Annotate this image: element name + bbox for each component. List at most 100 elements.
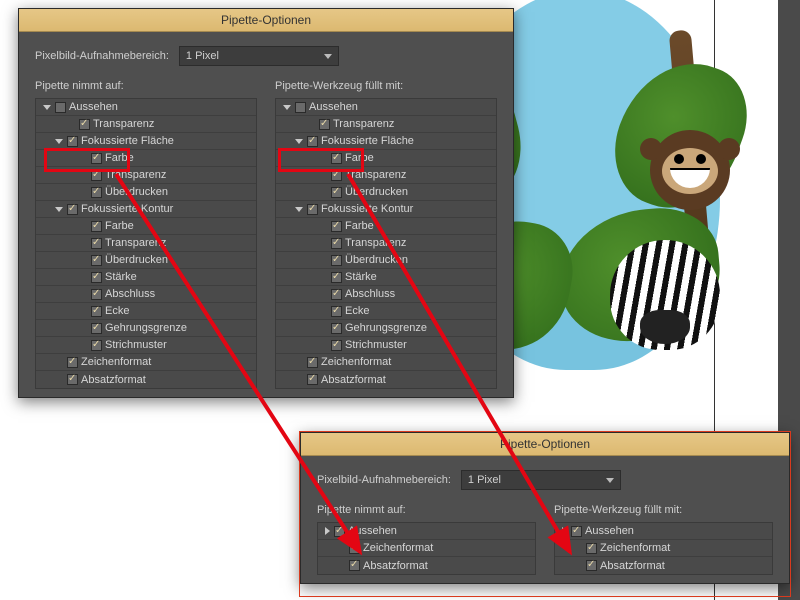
disclosure-right-icon[interactable] (325, 527, 330, 535)
tree-item[interactable]: Absatzformat (276, 371, 496, 388)
checkbox[interactable] (91, 153, 102, 164)
tree-item[interactable]: Zeichenformat (555, 540, 772, 557)
tree-item[interactable]: Aussehen (555, 523, 772, 540)
checkbox[interactable] (334, 526, 345, 537)
checkbox[interactable] (91, 340, 102, 351)
checkbox[interactable] (331, 289, 342, 300)
tree-item[interactable]: Stärke (36, 269, 256, 286)
tree-item[interactable]: Aussehen (36, 99, 256, 116)
checkbox[interactable] (91, 255, 102, 266)
checkbox[interactable] (91, 187, 102, 198)
tree-item[interactable]: Aussehen (318, 523, 535, 540)
tree-item[interactable]: Absatzformat (318, 557, 535, 574)
checkbox[interactable] (331, 272, 342, 283)
disclosure-down-icon[interactable] (295, 139, 303, 144)
tree-item[interactable]: Gehrungsgrenze (36, 320, 256, 337)
checkbox[interactable] (331, 323, 342, 334)
tree-item[interactable]: Absatzformat (555, 557, 772, 574)
checkbox[interactable] (295, 102, 306, 113)
tree-item[interactable]: Transparenz (36, 167, 256, 184)
checkbox[interactable] (586, 543, 597, 554)
tree-item[interactable]: Gehrungsgrenze (276, 320, 496, 337)
checkbox[interactable] (67, 204, 78, 215)
disclosure-down-icon[interactable] (43, 105, 51, 110)
checkbox[interactable] (91, 272, 102, 283)
tree-item[interactable]: Transparenz (276, 235, 496, 252)
disclosure-right-icon[interactable] (562, 527, 567, 535)
checkbox[interactable] (91, 170, 102, 181)
tree-item[interactable]: Farbe (36, 218, 256, 235)
dialog-title-secondary: Pipette-Optionen (301, 433, 789, 456)
disclosure-down-icon[interactable] (283, 105, 291, 110)
checkbox[interactable] (331, 340, 342, 351)
raster-sample-select[interactable]: 1 Pixel (179, 46, 339, 66)
tree-item[interactable]: Ecke (276, 303, 496, 320)
tree-item[interactable]: Fokussierte Kontur (36, 201, 256, 218)
picks-up-tree[interactable]: AussehenTransparenzFokussierte FlächeFar… (35, 98, 257, 389)
tree-item[interactable]: Stärke (276, 269, 496, 286)
checkbox[interactable] (331, 255, 342, 266)
tree-item[interactable]: Farbe (276, 218, 496, 235)
tree-item[interactable]: Farbe (36, 150, 256, 167)
checkbox[interactable] (331, 170, 342, 181)
tree-item-label: Zeichenformat (363, 542, 433, 554)
tree-item[interactable]: Aussehen (276, 99, 496, 116)
tree-item[interactable]: Zeichenformat (276, 354, 496, 371)
checkbox[interactable] (55, 102, 66, 113)
checkbox[interactable] (349, 543, 360, 554)
tree-item[interactable]: Fokussierte Fläche (276, 133, 496, 150)
tree-item[interactable]: Überdrucken (276, 184, 496, 201)
checkbox[interactable] (91, 306, 102, 317)
tree-item[interactable]: Überdrucken (36, 184, 256, 201)
checkbox[interactable] (67, 136, 78, 147)
checkbox[interactable] (307, 204, 318, 215)
applies-tree[interactable]: AussehenTransparenzFokussierte FlächeFar… (275, 98, 497, 389)
tree-item[interactable]: Abschluss (36, 286, 256, 303)
tree-item[interactable]: Transparenz (276, 116, 496, 133)
tree-item[interactable]: Fokussierte Kontur (276, 201, 496, 218)
checkbox[interactable] (586, 560, 597, 571)
raster-sample-select-secondary[interactable]: 1 Pixel (461, 470, 621, 490)
tree-item[interactable]: Zeichenformat (36, 354, 256, 371)
tree-item[interactable]: Transparenz (36, 116, 256, 133)
checkbox[interactable] (319, 119, 330, 130)
tree-item-label: Zeichenformat (321, 356, 391, 368)
checkbox[interactable] (307, 374, 318, 385)
checkbox[interactable] (331, 238, 342, 249)
checkbox[interactable] (91, 323, 102, 334)
tree-item[interactable]: Fokussierte Fläche (36, 133, 256, 150)
checkbox[interactable] (79, 119, 90, 130)
checkbox[interactable] (349, 560, 360, 571)
checkbox[interactable] (571, 526, 582, 537)
caret-spacer (319, 260, 327, 261)
checkbox[interactable] (67, 357, 78, 368)
checkbox[interactable] (331, 221, 342, 232)
tree-item[interactable]: Überdrucken (276, 252, 496, 269)
tree-item[interactable]: Transparenz (276, 167, 496, 184)
tree-item[interactable]: Absatzformat (36, 371, 256, 388)
checkbox[interactable] (91, 238, 102, 249)
checkbox[interactable] (307, 136, 318, 147)
tree-item[interactable]: Abschluss (276, 286, 496, 303)
tree-item[interactable]: Strichmuster (36, 337, 256, 354)
disclosure-down-icon[interactable] (295, 207, 303, 212)
applies-tree-secondary[interactable]: Aussehen ZeichenformatAbsatzformat (554, 522, 773, 575)
tree-item[interactable]: Transparenz (36, 235, 256, 252)
tree-item[interactable]: Zeichenformat (318, 540, 535, 557)
checkbox[interactable] (307, 357, 318, 368)
picks-up-tree-secondary[interactable]: Aussehen Zeichenformat Absatzformat (317, 522, 536, 575)
disclosure-down-icon[interactable] (55, 207, 63, 212)
disclosure-down-icon[interactable] (55, 139, 63, 144)
tree-item[interactable]: Strichmuster (276, 337, 496, 354)
checkbox[interactable] (91, 221, 102, 232)
checkbox[interactable] (91, 289, 102, 300)
tree-item-label: Aussehen (585, 525, 634, 537)
checkbox[interactable] (331, 153, 342, 164)
tree-item-label: Ecke (345, 305, 369, 317)
tree-item[interactable]: Farbe (276, 150, 496, 167)
checkbox[interactable] (331, 306, 342, 317)
tree-item[interactable]: Überdrucken (36, 252, 256, 269)
checkbox[interactable] (331, 187, 342, 198)
checkbox[interactable] (67, 374, 78, 385)
tree-item[interactable]: Ecke (36, 303, 256, 320)
